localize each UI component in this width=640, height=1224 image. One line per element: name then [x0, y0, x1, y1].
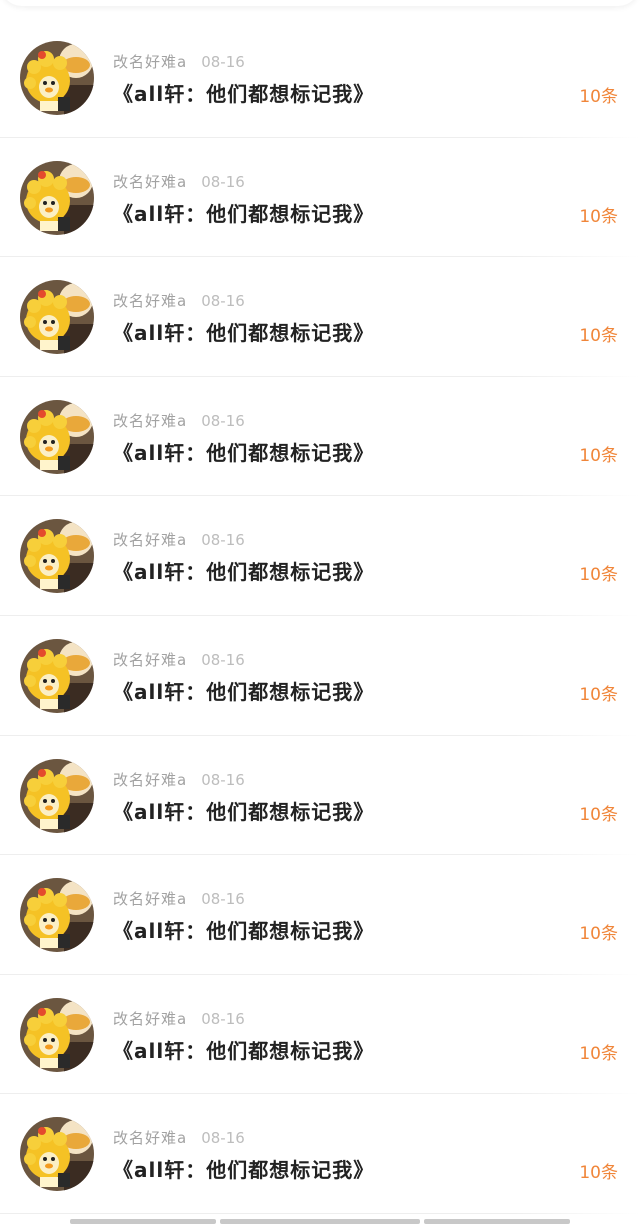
username: 改名好难a [113, 411, 188, 430]
username: 改名好难a [113, 53, 188, 71]
meta-line: 改名好难a 08-16 [113, 51, 245, 72]
top-card-edge [0, 0, 640, 6]
duckling-avatar-icon [20, 41, 94, 115]
message-count: 10条 [579, 1163, 618, 1184]
meta-line: 改名好难a 08-16 [113, 171, 245, 192]
avatar[interactable] [20, 280, 94, 355]
post-title[interactable]: 《all轩：他们都想标记我》 [113, 437, 374, 466]
duckling-avatar-icon [20, 878, 94, 953]
message-count: 10条 [579, 1043, 618, 1064]
bottom-segment [70, 1219, 216, 1224]
message-count: 10条 [579, 445, 618, 466]
post-title[interactable]: 《all轩：他们都想标记我》 [113, 78, 374, 107]
post-title[interactable]: 《all轩：他们都想标记我》 [113, 796, 374, 825]
message-count: 10条 [579, 87, 618, 107]
list-item[interactable]: 改名好难a 08-16 《all轩：他们都想标记我》 10条 [0, 496, 640, 616]
list-item[interactable]: 改名好难a 08-16 《all轩：他们都想标记我》 10条 [0, 855, 640, 975]
post-title[interactable]: 《all轩：他们都想标记我》 [113, 317, 374, 346]
username: 改名好难a [113, 890, 188, 909]
username: 改名好难a [113, 1129, 188, 1148]
username: 改名好难a [113, 531, 188, 550]
avatar[interactable] [20, 758, 94, 833]
meta-line: 改名好难a 08-16 [113, 1008, 245, 1029]
avatar[interactable] [20, 878, 94, 953]
bottom-segment [424, 1219, 570, 1224]
list-item[interactable]: 改名好难a 08-16 《all轩：他们都想标记我》 10条 [0, 975, 640, 1095]
meta-line: 改名好难a 08-16 [113, 529, 245, 550]
duckling-avatar-icon [20, 160, 94, 235]
duckling-avatar-icon [20, 758, 94, 833]
list-item[interactable]: 改名好难a 08-16 《all轩：他们都想标记我》 10条 [0, 138, 640, 258]
post-title[interactable]: 《all轩：他们都想标记我》 [113, 198, 374, 227]
meta-line: 改名好难a 08-16 [113, 1127, 245, 1148]
post-title[interactable]: 《all轩：他们都想标记我》 [113, 676, 374, 705]
meta-line: 改名好难a 08-16 [113, 888, 245, 909]
username: 改名好难a [113, 1009, 188, 1028]
meta-line: 改名好难a 08-16 [113, 769, 245, 790]
duckling-avatar-icon [20, 1117, 94, 1192]
date: 08-16 [201, 172, 245, 191]
date: 08-16 [201, 650, 245, 669]
date: 08-16 [201, 292, 245, 311]
post-title[interactable]: 《all轩：他们都想标记我》 [113, 1035, 374, 1064]
message-count: 10条 [579, 924, 618, 945]
duckling-avatar-icon [20, 997, 94, 1072]
duckling-avatar-icon [20, 519, 94, 594]
page: 改名好难a 08-16 《all轩：他们都想标记我》 10条 改名好难a 08-… [0, 0, 640, 1224]
message-list[interactable]: 改名好难a 08-16 《all轩：他们都想标记我》 10条 改名好难a 08-… [0, 18, 640, 1214]
list-item[interactable]: 改名好难a 08-16 《all轩：他们都想标记我》 10条 [0, 257, 640, 377]
avatar[interactable] [20, 41, 94, 115]
username: 改名好难a [113, 770, 188, 789]
list-item[interactable]: 改名好难a 08-16 《all轩：他们都想标记我》 10条 [0, 18, 640, 138]
date: 08-16 [201, 531, 245, 550]
duckling-avatar-icon [20, 638, 94, 713]
list-item[interactable]: 改名好难a 08-16 《all轩：他们都想标记我》 10条 [0, 1094, 640, 1214]
meta-line: 改名好难a 08-16 [113, 410, 245, 431]
message-count: 10条 [579, 326, 618, 347]
bottom-segment [220, 1219, 420, 1224]
avatar[interactable] [20, 519, 94, 594]
avatar[interactable] [20, 997, 94, 1072]
meta-line: 改名好难a 08-16 [113, 290, 245, 311]
message-count: 10条 [579, 684, 618, 705]
date: 08-16 [201, 770, 245, 789]
meta-line: 改名好难a 08-16 [113, 649, 245, 670]
username: 改名好难a [113, 172, 188, 191]
list-item[interactable]: 改名好难a 08-16 《all轩：他们都想标记我》 10条 [0, 736, 640, 856]
list-item[interactable]: 改名好难a 08-16 《all轩：他们都想标记我》 10条 [0, 616, 640, 736]
username: 改名好难a [113, 292, 188, 311]
date: 08-16 [201, 1129, 245, 1148]
date: 08-16 [201, 890, 245, 909]
username: 改名好难a [113, 650, 188, 669]
post-title[interactable]: 《all轩：他们都想标记我》 [113, 1154, 374, 1183]
avatar[interactable] [20, 638, 94, 713]
message-count: 10条 [579, 206, 618, 227]
bottom-bar [0, 1214, 640, 1224]
date: 08-16 [201, 1009, 245, 1028]
date: 08-16 [201, 411, 245, 430]
duckling-avatar-icon [20, 280, 94, 355]
message-count: 10条 [579, 804, 618, 825]
message-count: 10条 [579, 565, 618, 586]
avatar[interactable] [20, 399, 94, 474]
avatar[interactable] [20, 160, 94, 235]
list-item[interactable]: 改名好难a 08-16 《all轩：他们都想标记我》 10条 [0, 377, 640, 497]
duckling-avatar-icon [20, 399, 94, 474]
avatar[interactable] [20, 1117, 94, 1192]
post-title[interactable]: 《all轩：他们都想标记我》 [113, 556, 374, 585]
post-title[interactable]: 《all轩：他们都想标记我》 [113, 915, 374, 944]
date: 08-16 [201, 53, 245, 71]
